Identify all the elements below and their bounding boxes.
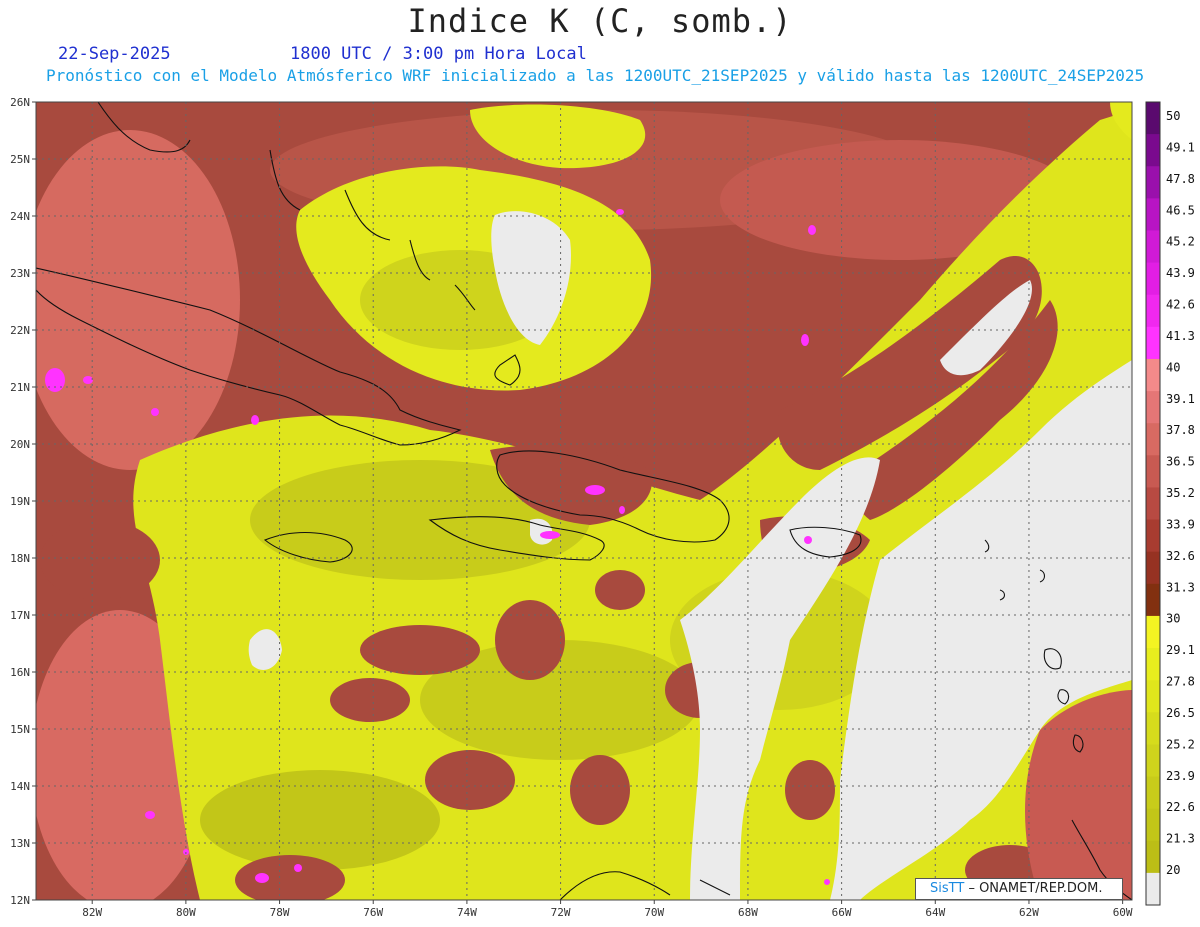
colorbar-swatch: [1146, 583, 1160, 617]
lat-label: 24N: [10, 210, 30, 223]
lon-label: 78W: [270, 906, 290, 919]
latitude-labels: 26N 25N 24N 23N 22N 21N 20N 19N 18N 17N 16N 15N 14N 1…: [10, 96, 36, 907]
lon-label: 70W: [644, 906, 664, 919]
lon-label: 72W: [551, 906, 571, 919]
colorbar-label: 30: [1166, 612, 1180, 626]
colorbar-swatch: [1146, 519, 1160, 553]
colorbar-label: 41.3: [1166, 329, 1195, 343]
credit-box: SisTT – ONAMET/REP.DOM.: [915, 878, 1123, 900]
lat-label: 20N: [10, 438, 30, 451]
colorbar-swatch: [1146, 423, 1160, 456]
lat-label: 12N: [10, 894, 30, 907]
k-index-map: 26N 25N 24N 23N 22N 21N 20N 19N 18N 17N 16N 15N 14N 1…: [10, 96, 1195, 919]
lon-label: 76W: [363, 906, 383, 919]
lat-label: 21N: [10, 381, 30, 394]
lat-label: 19N: [10, 495, 30, 508]
colorbar-label: 23.9: [1166, 769, 1195, 783]
lat-label: 17N: [10, 609, 30, 622]
colorbar-swatch: [1146, 326, 1160, 360]
lat-label: 25N: [10, 153, 30, 166]
colorbar-swatch: [1146, 808, 1160, 842]
colorbar-swatch: [1146, 776, 1160, 810]
colorbar-label: 32.6: [1166, 549, 1195, 563]
colorbar-swatch: [1146, 551, 1160, 585]
colorbar-swatch: [1146, 680, 1160, 713]
colorbar-swatch: [1146, 166, 1160, 199]
colorbar-label: 47.8: [1166, 172, 1195, 186]
colorbar-swatch: [1146, 102, 1160, 135]
colorbar-label: 39.1: [1166, 392, 1195, 406]
colorbar-label: 25.2: [1166, 737, 1195, 751]
colorbar-label: 37.8: [1166, 423, 1195, 437]
colorbar-swatch: [1146, 615, 1160, 649]
colorbar-swatch: [1146, 358, 1160, 392]
colorbar-swatch: [1146, 455, 1160, 488]
colorbar-label: 35.2: [1166, 486, 1195, 500]
colorbar-label: 42.6: [1166, 298, 1195, 312]
colorbar-swatch: [1146, 840, 1160, 874]
colorbar-label: 33.9: [1166, 517, 1195, 531]
colorbar-label: 20: [1166, 863, 1180, 877]
lat-label: 16N: [10, 666, 30, 679]
colorbar-label: 26.5: [1166, 706, 1195, 720]
colorbar: 50 49.1 47.8 46.5 45.2 43.9 42.6 41.3 40 39.1 37.8…: [1145, 101, 1195, 906]
colorbar-label: 27.8: [1166, 675, 1195, 689]
lat-label: 15N: [10, 723, 30, 736]
lon-label: 68W: [738, 906, 758, 919]
colorbar-swatch: [1146, 744, 1160, 778]
lon-label: 80W: [176, 906, 196, 919]
colorbar-label: 40: [1166, 360, 1180, 374]
lat-label: 14N: [10, 780, 30, 793]
lat-label: 26N: [10, 96, 30, 109]
colorbar-swatch: [1146, 487, 1160, 521]
lon-label: 66W: [832, 906, 852, 919]
lon-label: 60W: [1113, 906, 1133, 919]
sistt-logo: SisTT: [930, 881, 965, 896]
colorbar-label: 43.9: [1166, 266, 1195, 280]
colorbar-label: 49.1: [1166, 140, 1195, 154]
lat-label: 22N: [10, 324, 30, 337]
colorbar-swatch: [1146, 134, 1160, 167]
lon-label: 74W: [457, 906, 477, 919]
colorbar-swatch: [1146, 294, 1160, 328]
colorbar-label: 45.2: [1166, 235, 1195, 249]
lat-label: 18N: [10, 552, 30, 565]
colorbar-label: 50: [1166, 109, 1180, 123]
lon-label: 62W: [1019, 906, 1039, 919]
onamet-label: – ONAMET/REP.DOM.: [968, 881, 1103, 896]
colorbar-label: 31.3: [1166, 580, 1195, 594]
lat-label: 13N: [10, 837, 30, 850]
lon-label: 64W: [925, 906, 945, 919]
colorbar-label: 29.1: [1166, 643, 1195, 657]
lon-label: 82W: [82, 906, 102, 919]
colorbar-swatch: [1146, 198, 1160, 231]
longitude-labels: 82W 80W 78W 76W 74W 72W 70W 68W 66W 64W 62W 60W: [82, 900, 1133, 919]
colorbar-label: 21.3: [1166, 832, 1195, 846]
colorbar-swatch: [1146, 712, 1160, 745]
colorbar-label: 22.6: [1166, 800, 1195, 814]
lat-label: 23N: [10, 267, 30, 280]
colorbar-label: 46.5: [1166, 203, 1195, 217]
colorbar-label: 36.5: [1166, 455, 1195, 469]
colorbar-swatch: [1146, 648, 1160, 681]
map-field: [36, 102, 1132, 900]
colorbar-swatch: [1146, 391, 1160, 424]
colorbar-swatch: [1146, 262, 1160, 296]
colorbar-swatch: [1146, 230, 1160, 264]
colorbar-swatch: [1146, 872, 1160, 906]
